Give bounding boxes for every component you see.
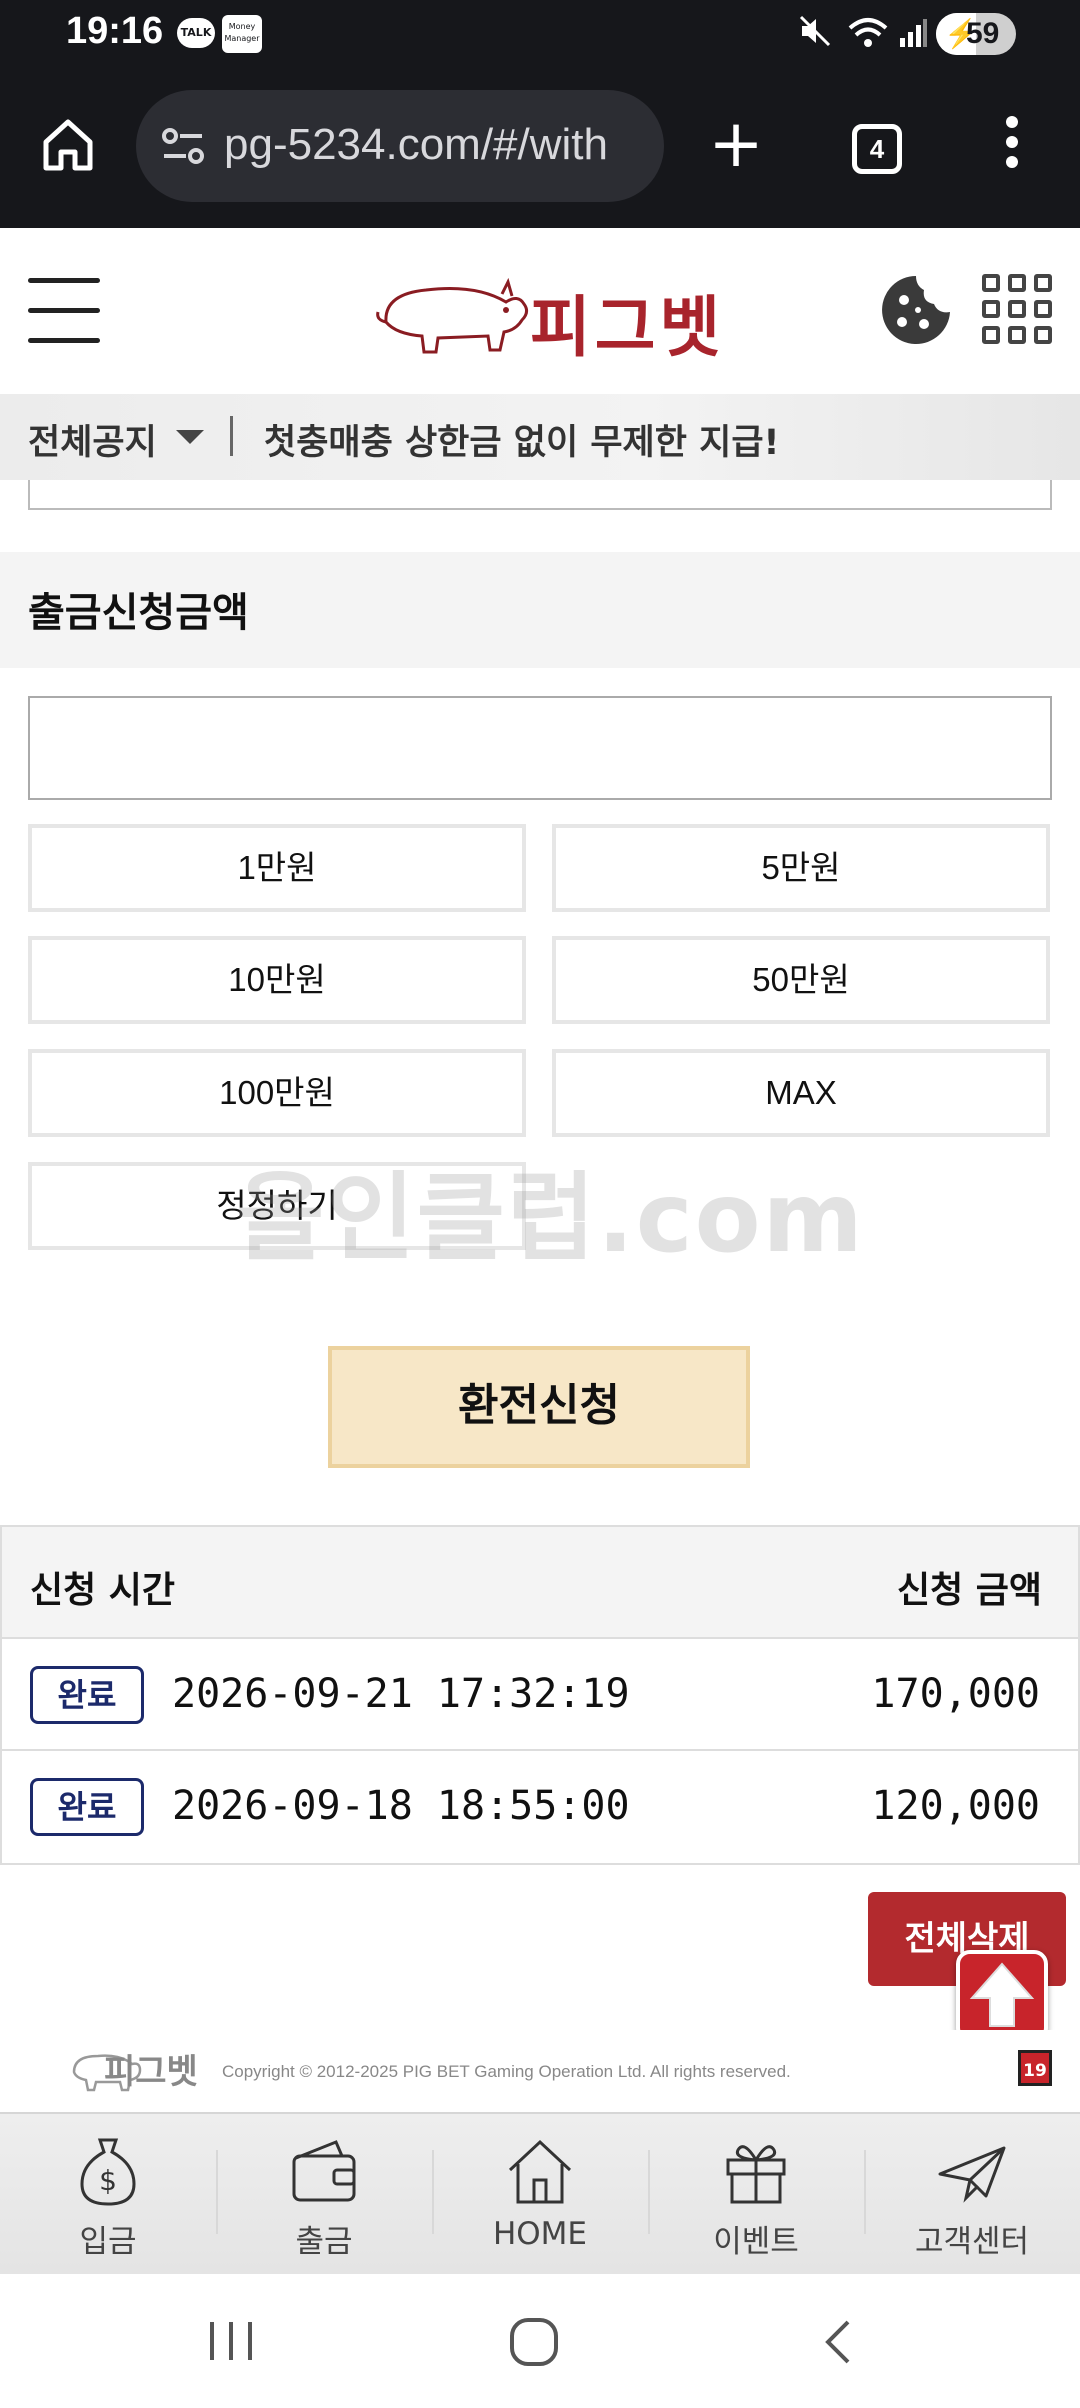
footer-logo-text: 피그벳 bbox=[104, 2052, 198, 2092]
recent-apps-icon[interactable] bbox=[204, 2318, 258, 2364]
system-nav-bar bbox=[0, 2274, 1080, 2408]
amount-10k-button[interactable]: 1만원 bbox=[28, 824, 526, 912]
nav-withdraw[interactable]: 출금 bbox=[216, 2114, 432, 2276]
previous-field-edge bbox=[28, 480, 1052, 510]
nav-home[interactable]: HOME bbox=[432, 2114, 648, 2276]
column-header-time: 신청 시간 bbox=[30, 1570, 176, 1611]
notice-text[interactable]: 첫충매충 상한금 없이 무제한 지급! bbox=[264, 414, 780, 465]
request-amount: 170,000 bbox=[871, 1671, 1040, 1717]
table-header: 신청 시간 신청 금액 bbox=[2, 1527, 1078, 1639]
battery-indicator: ⚡ 59 bbox=[936, 13, 1016, 55]
gift-icon bbox=[726, 2145, 786, 2204]
amount-1m-button[interactable]: 100만원 bbox=[28, 1049, 526, 1137]
nav-label: HOME bbox=[492, 2216, 588, 2252]
amount-500k-button[interactable]: 50만원 bbox=[552, 936, 1050, 1024]
copyright-text: Copyright © 2012-2025 PIG BET Gaming Ope… bbox=[222, 2062, 791, 2081]
status-time: 19:16 bbox=[66, 10, 164, 52]
home-circle-icon[interactable] bbox=[508, 2316, 560, 2368]
withdraw-amount-input[interactable] bbox=[28, 696, 1052, 800]
status-badge: 완료 bbox=[30, 1666, 144, 1724]
nav-label: 출금 bbox=[295, 2224, 353, 2260]
page: 19:16 TALK Money Manager ⚡ 59 pg-5234.co… bbox=[0, 0, 1080, 2408]
site-settings-icon[interactable] bbox=[160, 126, 206, 166]
new-tab-button[interactable]: + bbox=[706, 104, 766, 184]
status-badge: 완료 bbox=[30, 1778, 144, 1836]
signal-icon bbox=[900, 19, 927, 47]
home-icon bbox=[508, 2139, 572, 2204]
history-table: 신청 시간 신청 금액 완료 2026-09-21 17:32:19 170,0… bbox=[0, 1525, 1080, 1865]
bottom-nav: $ 입금 출금 HOME 이벤트 고객센터 bbox=[0, 2112, 1080, 2274]
scroll-to-top-button[interactable] bbox=[956, 1950, 1048, 2042]
mute-icon bbox=[798, 14, 832, 57]
divider bbox=[230, 416, 233, 456]
tab-switcher-button[interactable]: 4 bbox=[852, 124, 902, 174]
request-datetime: 2026-09-18 18:55:00 bbox=[172, 1783, 630, 1829]
exchange-request-button[interactable]: 환전신청 bbox=[328, 1346, 750, 1468]
amount-max-button[interactable]: MAX bbox=[552, 1049, 1050, 1137]
url-text[interactable]: pg-5234.com/#/with bbox=[224, 120, 654, 170]
notice-bar[interactable]: 전체공지 첫충매충 상한금 없이 무제한 지급! bbox=[0, 394, 1080, 480]
nav-label: 입금 bbox=[79, 2224, 137, 2260]
money-bag-icon: $ bbox=[80, 2138, 136, 2206]
table-row: 완료 2026-09-21 17:32:19 170,000 bbox=[2, 1639, 1078, 1751]
section-title: 출금신청금액 bbox=[28, 590, 249, 636]
browser-toolbar: pg-5234.com/#/with + 4 bbox=[0, 70, 1080, 228]
nav-label: 고객센터 bbox=[914, 2224, 1030, 2260]
amount-reset-button[interactable]: 정정하기 bbox=[28, 1162, 526, 1250]
wallet-icon bbox=[292, 2140, 356, 2202]
arrow-up-icon bbox=[969, 1962, 1035, 2027]
paper-plane-icon bbox=[938, 2146, 1006, 2203]
browser-menu-icon[interactable] bbox=[1000, 116, 1024, 176]
nav-deposit[interactable]: $ 입금 bbox=[0, 2114, 216, 2276]
wifi-icon bbox=[848, 18, 888, 47]
nav-support[interactable]: 고객센터 bbox=[864, 2114, 1080, 2276]
status-bar: 19:16 TALK Money Manager ⚡ 59 bbox=[0, 0, 1080, 70]
table-row: 완료 2026-09-18 18:55:00 120,000 bbox=[2, 1751, 1078, 1863]
footer: 피그벳 Copyright © 2012-2025 PIG BET Gaming… bbox=[0, 2030, 1080, 2112]
address-bar[interactable]: pg-5234.com/#/with bbox=[136, 90, 664, 202]
cookie-icon[interactable] bbox=[880, 274, 952, 346]
notice-label[interactable]: 전체공지 bbox=[28, 414, 157, 465]
menu-icon[interactable] bbox=[28, 278, 100, 344]
nav-events[interactable]: 이벤트 bbox=[648, 2114, 864, 2276]
amount-100k-button[interactable]: 10만원 bbox=[28, 936, 526, 1024]
money-manager-notification-icon: Money Manager bbox=[222, 15, 262, 53]
request-datetime: 2026-09-21 17:32:19 bbox=[172, 1671, 630, 1717]
logo-text[interactable]: 피그벳 bbox=[530, 274, 724, 370]
battery-percent: 59 bbox=[966, 17, 1000, 50]
kakaotalk-notification-icon: TALK bbox=[177, 18, 215, 48]
section-header: 출금신청금액 bbox=[0, 552, 1080, 668]
request-amount: 120,000 bbox=[871, 1783, 1040, 1829]
chevron-down-icon[interactable] bbox=[176, 430, 204, 444]
amount-50k-button[interactable]: 5만원 bbox=[552, 824, 1050, 912]
age-restriction-badge: 19 bbox=[1018, 2050, 1052, 2086]
back-icon[interactable] bbox=[818, 2318, 858, 2366]
browser-home-icon[interactable] bbox=[38, 114, 98, 174]
apps-grid-icon[interactable] bbox=[982, 274, 1052, 344]
svg-text:$: $ bbox=[99, 2164, 117, 2197]
nav-label: 이벤트 bbox=[713, 2224, 799, 2260]
column-header-amount: 신청 금액 bbox=[896, 1570, 1042, 1611]
site-header: 피그벳 bbox=[0, 228, 1080, 394]
